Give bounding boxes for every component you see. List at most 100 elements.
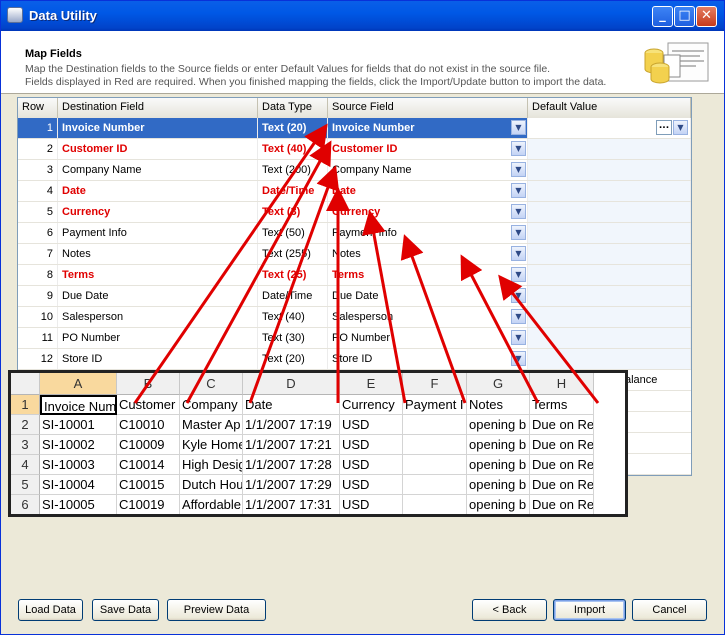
spreadsheet-cell[interactable]: Kyle Home: [180, 435, 243, 455]
spreadsheet-cell[interactable]: USD: [340, 495, 403, 514]
chevron-down-icon[interactable]: ▼: [511, 141, 526, 156]
col-header-row[interactable]: Row: [18, 98, 58, 118]
spreadsheet-cell[interactable]: SI-10001: [40, 415, 117, 435]
default-value-field[interactable]: [528, 202, 691, 222]
row-header[interactable]: 1: [11, 395, 40, 415]
default-value-field[interactable]: [528, 286, 691, 306]
col-header-destination-field[interactable]: Destination Field: [58, 98, 258, 118]
spreadsheet-cell[interactable]: 1/1/2007 17:28: [243, 455, 340, 475]
spreadsheet-cell[interactable]: SI-10004: [40, 475, 117, 495]
spreadsheet-cell[interactable]: SI-10005: [40, 495, 117, 514]
spreadsheet-cell[interactable]: opening b: [467, 455, 530, 475]
spreadsheet-cell[interactable]: SI-10002: [40, 435, 117, 455]
load-data-button[interactable]: Load Data: [18, 599, 83, 621]
preview-data-button[interactable]: Preview Data: [167, 599, 266, 621]
column-header[interactable]: E: [340, 373, 403, 395]
default-value-field[interactable]: [528, 328, 691, 348]
source-field-select[interactable]: Due Date: [328, 286, 528, 306]
table-row[interactable]: 7 Notes Text (255) Notes ▼: [18, 244, 691, 265]
spreadsheet-cell[interactable]: opening b: [467, 475, 530, 495]
column-header[interactable]: C: [180, 373, 243, 395]
source-field-select[interactable]: Salesperson: [328, 307, 528, 327]
spreadsheet-cell[interactable]: USD: [340, 415, 403, 435]
default-value-field[interactable]: [528, 139, 691, 159]
save-data-button[interactable]: Save Data: [92, 599, 159, 621]
spreadsheet-cell[interactable]: Company: [180, 395, 243, 415]
spreadsheet-cell[interactable]: Due on Re: [530, 455, 594, 475]
chevron-down-icon[interactable]: ▼: [511, 330, 526, 345]
chevron-down-icon[interactable]: ▼: [511, 288, 526, 303]
chevron-down-icon[interactable]: ▼: [673, 120, 688, 135]
title-bar[interactable]: Data Utility _ □ ✕: [1, 1, 724, 31]
chevron-down-icon[interactable]: ▼: [511, 183, 526, 198]
table-row[interactable]: 2 Customer ID Text (40) Customer ID ▼: [18, 139, 691, 160]
spreadsheet-cell[interactable]: USD: [340, 455, 403, 475]
table-row[interactable]: 8 Terms Text (25) Terms ▼: [18, 265, 691, 286]
spreadsheet-cell[interactable]: Payment I: [403, 395, 467, 415]
spreadsheet-cell[interactable]: Due on Re: [530, 495, 594, 514]
spreadsheet-cell[interactable]: Notes: [467, 395, 530, 415]
table-row[interactable]: 3 Company Name Text (200) Company Name ▼: [18, 160, 691, 181]
cancel-button[interactable]: Cancel: [632, 599, 707, 621]
spreadsheet-cell[interactable]: Due on Re: [530, 435, 594, 455]
spreadsheet-cell[interactable]: 1/1/2007 17:21: [243, 435, 340, 455]
spreadsheet-corner[interactable]: [11, 373, 40, 395]
default-value-field[interactable]: [528, 307, 691, 327]
source-field-select[interactable]: Currency: [328, 202, 528, 222]
table-row[interactable]: 9 Due Date Date/Time Due Date ▼: [18, 286, 691, 307]
spreadsheet-cell[interactable]: 1/1/2007 17:19: [243, 415, 340, 435]
minimize-button[interactable]: _: [652, 6, 673, 27]
source-field-select[interactable]: Customer ID: [328, 139, 528, 159]
source-field-select[interactable]: Notes: [328, 244, 528, 264]
spreadsheet-cell[interactable]: Terms: [530, 395, 594, 415]
col-header-source-field[interactable]: Source Field: [328, 98, 528, 118]
default-value-field[interactable]: [528, 265, 691, 285]
source-field-select[interactable]: Store ID: [328, 349, 528, 369]
spreadsheet-cell[interactable]: Customer: [117, 395, 180, 415]
table-row[interactable]: 12 Store ID Text (20) Store ID ▼: [18, 349, 691, 370]
spreadsheet-cell[interactable]: Master Ap: [180, 415, 243, 435]
spreadsheet-cell[interactable]: C10009: [117, 435, 180, 455]
table-row[interactable]: 6 Payment Info Text (50) Payment Info ▼: [18, 223, 691, 244]
col-header-data-type[interactable]: Data Type: [258, 98, 328, 118]
spreadsheet-cell[interactable]: opening b: [467, 495, 530, 514]
maximize-button[interactable]: □: [674, 6, 695, 27]
spreadsheet-cell[interactable]: [403, 415, 467, 435]
row-header[interactable]: 3: [11, 435, 40, 455]
spreadsheet-cell[interactable]: [403, 475, 467, 495]
spreadsheet-cell[interactable]: Currency: [340, 395, 403, 415]
table-row[interactable]: 11 PO Number Text (30) PO Number ▼: [18, 328, 691, 349]
column-header[interactable]: H: [530, 373, 594, 395]
chevron-down-icon[interactable]: ▼: [511, 351, 526, 366]
table-row[interactable]: 1 Invoice Number Text (20) Invoice Number ▼.…: [18, 118, 691, 139]
spreadsheet-cell[interactable]: Date: [243, 395, 340, 415]
spreadsheet-cell[interactable]: Due on Re: [530, 475, 594, 495]
default-value-field[interactable]: [528, 223, 691, 243]
chevron-down-icon[interactable]: ▼: [511, 120, 526, 135]
source-field-select[interactable]: Payment Info: [328, 223, 528, 243]
spreadsheet-cell[interactable]: C10010: [117, 415, 180, 435]
source-field-select[interactable]: Terms: [328, 265, 528, 285]
table-row[interactable]: 5 Currency Text (3) Currency ▼: [18, 202, 691, 223]
close-button[interactable]: ✕: [696, 6, 717, 27]
spreadsheet-cell[interactable]: C10014: [117, 455, 180, 475]
source-field-select[interactable]: PO Number: [328, 328, 528, 348]
spreadsheet-cell[interactable]: USD: [340, 475, 403, 495]
chevron-down-icon[interactable]: ▼: [511, 309, 526, 324]
spreadsheet-cell[interactable]: USD: [340, 435, 403, 455]
column-header[interactable]: D: [243, 373, 340, 395]
column-header[interactable]: B: [117, 373, 180, 395]
import-button[interactable]: Import: [553, 599, 626, 621]
spreadsheet-cell[interactable]: C10019: [117, 495, 180, 514]
source-field-select[interactable]: Invoice Number: [328, 118, 528, 138]
spreadsheet-cell[interactable]: Affordable: [180, 495, 243, 514]
row-header[interactable]: 6: [11, 495, 40, 514]
col-header-default-value[interactable]: Default Value: [528, 98, 691, 118]
default-value-field[interactable]: [528, 349, 691, 369]
default-value-field[interactable]: [528, 244, 691, 264]
ellipsis-icon[interactable]: ...: [656, 120, 672, 135]
spreadsheet-cell[interactable]: Due on Re: [530, 415, 594, 435]
chevron-down-icon[interactable]: ▼: [511, 204, 526, 219]
default-value-field[interactable]: [528, 160, 691, 180]
spreadsheet-cell[interactable]: 1/1/2007 17:29: [243, 475, 340, 495]
